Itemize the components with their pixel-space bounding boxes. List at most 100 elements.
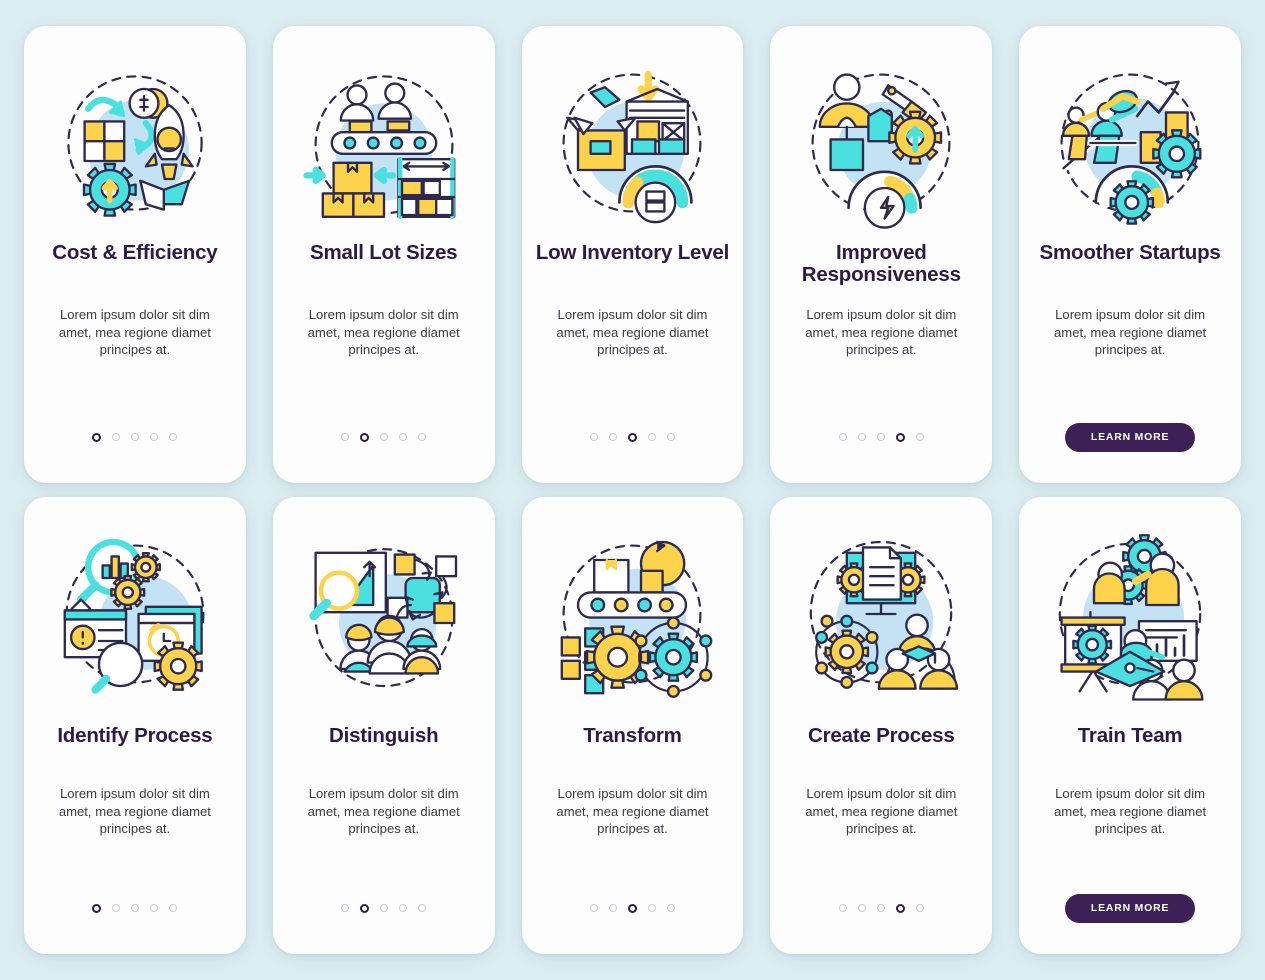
pagination-dot-3[interactable] <box>380 433 389 441</box>
identify-process-illustration <box>45 519 225 709</box>
card-footer <box>273 391 495 483</box>
pagination-dot-4-active[interactable] <box>895 903 905 913</box>
pagination-dot-5[interactable] <box>169 433 178 441</box>
pagination-dot-5[interactable] <box>915 904 924 912</box>
onboarding-card-smoother-startups: Smoother Startups Lorem ipsum dolor sit d… <box>1019 26 1241 483</box>
improved-responsiveness-illustration <box>791 48 971 238</box>
pagination-dot-1[interactable] <box>341 904 350 912</box>
pagination-dots <box>589 432 675 442</box>
card-description: Lorem ipsum dolor sit dim amet, mea regi… <box>556 307 709 358</box>
card-description: Lorem ipsum dolor sit dim amet, mea regi… <box>805 786 958 837</box>
cost-efficiency-illustration <box>45 48 225 238</box>
card-description: Lorem ipsum dolor sit dim amet, mea regi… <box>58 786 211 837</box>
pagination-dot-1[interactable] <box>341 433 350 441</box>
pagination-dot-1[interactable] <box>838 904 847 912</box>
onboarding-card-low-inventory-level: Low Inventory Level Lorem ipsum dolor sit… <box>521 26 744 483</box>
pagination-dot-5[interactable] <box>169 904 178 912</box>
pagination-dots <box>838 903 924 913</box>
pagination-dot-5[interactable] <box>418 433 427 441</box>
onboarding-card-cost-efficiency: Cost & Efficiency Lorem ipsum dolor sit d… <box>24 26 246 483</box>
screen-row-2: Identify Process Lorem ipsum dolor sit di… <box>24 497 1241 954</box>
onboarding-card-improved-responsiveness: Improved Responsiveness Lorem ipsum dolor… <box>770 26 993 483</box>
card-footer <box>770 862 992 954</box>
pagination-dots <box>341 432 427 442</box>
card-description: Lorem ipsum dolor sit dim amet, mea regi… <box>58 307 211 358</box>
create-process-illustration <box>791 519 971 709</box>
pagination-dot-3[interactable] <box>876 433 885 441</box>
pagination-dots <box>92 432 178 442</box>
onboarding-card-identify-process: Identify Process Lorem ipsum dolor sit di… <box>24 497 246 954</box>
card-description: Lorem ipsum dolor sit dim amet, mea regi… <box>1054 307 1207 358</box>
pagination-dot-1-active[interactable] <box>92 903 102 913</box>
card-title: Small Lot Sizes <box>310 241 458 264</box>
card-title: Distinguish <box>328 724 439 747</box>
onboarding-screens-board: Cost & Efficiency Lorem ipsum dolor sit d… <box>0 0 1265 980</box>
pagination-dot-5[interactable] <box>666 904 675 912</box>
card-description: Lorem ipsum dolor sit dim amet, mea regi… <box>556 786 709 837</box>
pagination-dot-5[interactable] <box>915 433 924 441</box>
pagination-dot-3[interactable] <box>131 433 140 441</box>
card-title: Smoother Startups <box>1039 241 1221 264</box>
pagination-dot-2[interactable] <box>112 433 121 441</box>
card-description: Lorem ipsum dolor sit dim amet, mea regi… <box>307 307 460 358</box>
pagination-dot-4[interactable] <box>647 904 656 912</box>
pagination-dot-4[interactable] <box>150 433 159 441</box>
pagination-dot-4[interactable] <box>647 433 656 441</box>
pagination-dot-2[interactable] <box>608 904 617 912</box>
pagination-dots <box>92 903 178 913</box>
pagination-dot-2[interactable] <box>112 904 121 912</box>
pagination-dot-2[interactable] <box>608 433 617 441</box>
pagination-dots <box>838 432 924 442</box>
pagination-dot-1-active[interactable] <box>92 432 102 442</box>
pagination-dots <box>589 903 675 913</box>
card-footer <box>273 862 495 954</box>
pagination-dot-1[interactable] <box>589 433 598 441</box>
card-title: Identify Process <box>57 724 213 747</box>
pagination-dot-3[interactable] <box>876 904 885 912</box>
card-title: Cost & Efficiency <box>52 241 218 264</box>
card-description: Lorem ipsum dolor sit dim amet, mea regi… <box>307 786 460 837</box>
card-title: Transform <box>583 724 682 747</box>
card-footer <box>24 862 246 954</box>
onboarding-card-train-team: Train Team Lorem ipsum dolor sit dim amet… <box>1019 497 1241 954</box>
learn-more-button[interactable]: LEARN MORE <box>1064 893 1196 923</box>
pagination-dot-4[interactable] <box>399 904 408 912</box>
learn-more-button[interactable]: LEARN MORE <box>1064 422 1196 452</box>
card-title: Train Team <box>1077 724 1183 747</box>
pagination-dot-3[interactable] <box>131 904 140 912</box>
transform-illustration <box>542 519 722 709</box>
screen-row-1: Cost & Efficiency Lorem ipsum dolor sit d… <box>24 26 1241 483</box>
card-footer <box>522 391 744 483</box>
low-inventory-illustration <box>542 48 722 238</box>
pagination-dot-2[interactable] <box>857 433 866 441</box>
pagination-dot-2[interactable] <box>857 904 866 912</box>
pagination-dot-5[interactable] <box>418 904 427 912</box>
pagination-dot-3[interactable] <box>380 904 389 912</box>
smoother-startups-illustration <box>1040 48 1220 238</box>
card-description: Lorem ipsum dolor sit dim amet, mea regi… <box>805 307 958 358</box>
card-title: Low Inventory Level <box>535 241 730 264</box>
pagination-dot-4[interactable] <box>150 904 159 912</box>
pagination-dot-3-active[interactable] <box>627 903 637 913</box>
onboarding-card-small-lot-sizes: Small Lot Sizes Lorem ipsum dolor sit dim… <box>272 26 495 483</box>
card-footer: LEARN MORE <box>1019 391 1241 483</box>
train-team-illustration <box>1040 519 1220 709</box>
pagination-dot-1[interactable] <box>838 433 847 441</box>
onboarding-card-transform: Transform Lorem ipsum dolor sit dim amet,… <box>521 497 744 954</box>
pagination-dot-5[interactable] <box>666 433 675 441</box>
pagination-dot-2-active[interactable] <box>360 903 370 913</box>
pagination-dot-3-active[interactable] <box>627 432 637 442</box>
pagination-dot-4-active[interactable] <box>895 432 905 442</box>
card-title: Create Process <box>808 724 955 747</box>
card-description: Lorem ipsum dolor sit dim amet, mea regi… <box>1054 786 1207 837</box>
card-title: Improved Responsiveness <box>801 241 961 286</box>
pagination-dots <box>341 903 427 913</box>
card-footer: LEARN MORE <box>1019 862 1241 954</box>
onboarding-card-distinguish: Distinguish Lorem ipsum dolor sit dim ame… <box>272 497 495 954</box>
pagination-dot-4[interactable] <box>399 433 408 441</box>
pagination-dot-2-active[interactable] <box>360 432 370 442</box>
distinguish-illustration <box>294 519 474 709</box>
card-footer <box>24 391 246 483</box>
pagination-dot-1[interactable] <box>589 904 598 912</box>
onboarding-card-create-process: Create Process Lorem ipsum dolor sit dim … <box>770 497 993 954</box>
